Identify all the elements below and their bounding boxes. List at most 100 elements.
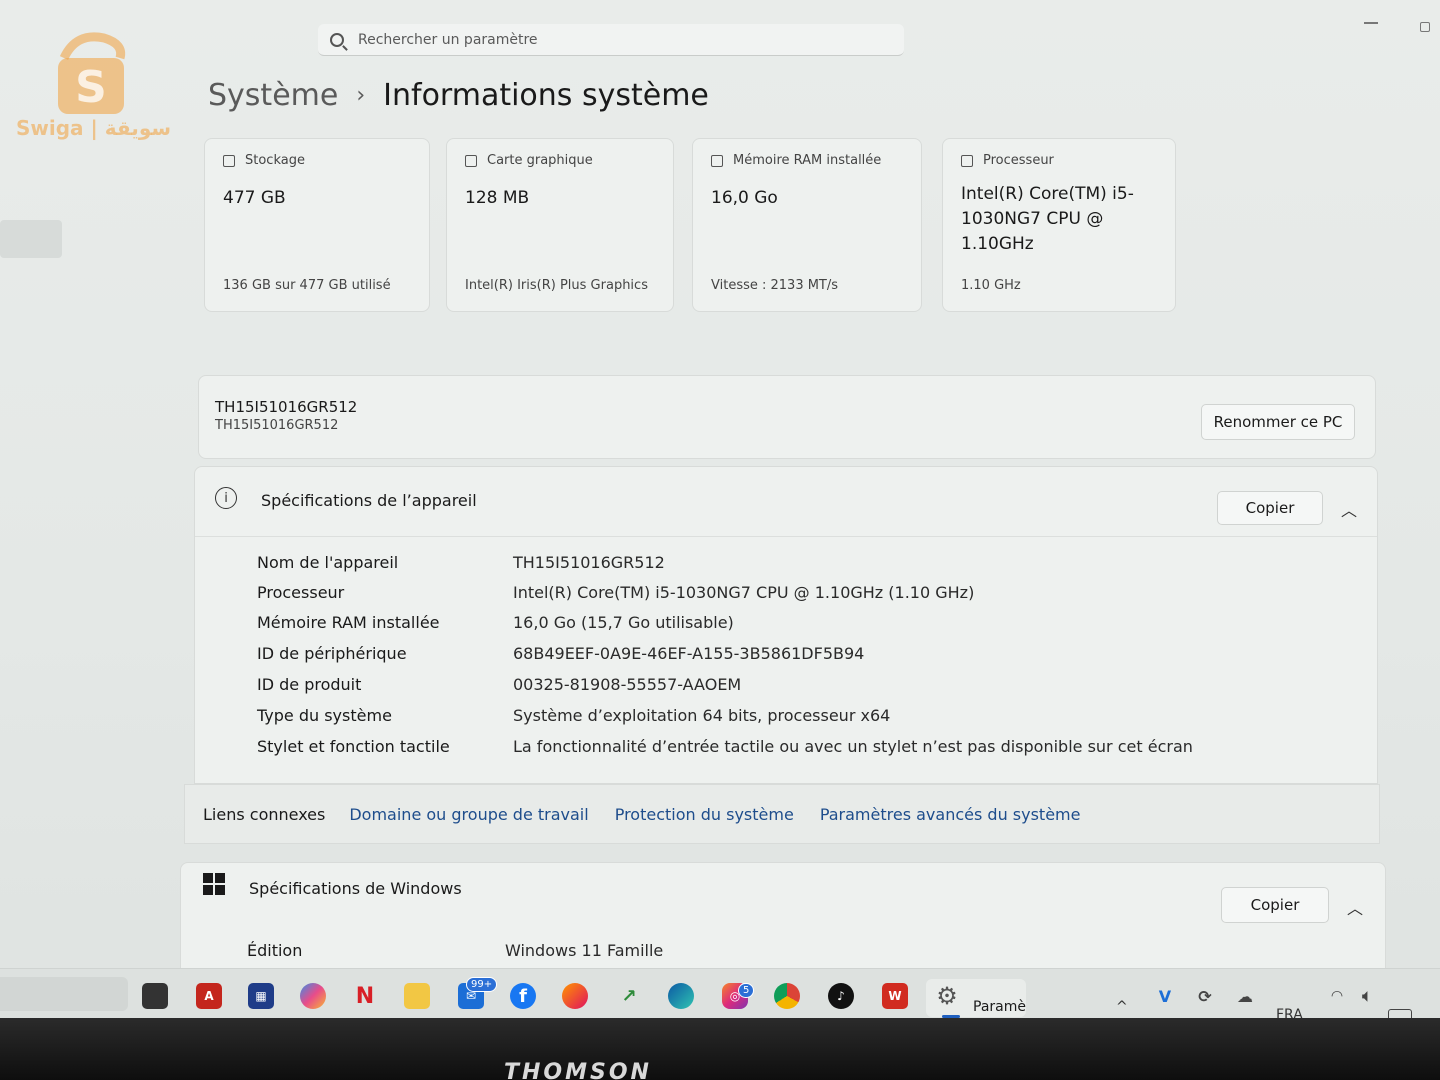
spec-label: Édition <box>247 941 303 960</box>
card-footer: Vitesse : 2133 MT/s <box>711 278 839 293</box>
sidebar-selected-item[interactable] <box>0 220 62 258</box>
storage-card[interactable]: Stockage 477 GB 136 GB sur 477 GB utilis… <box>204 138 430 312</box>
copy-windows-specs-button[interactable]: Copier <box>1221 887 1329 923</box>
spec-row: Édition Windows 11 Famille <box>247 941 663 960</box>
search-icon <box>330 32 344 47</box>
info-icon: i <box>215 487 237 509</box>
settings-search-box[interactable]: Rechercher un paramètre <box>318 24 904 56</box>
maximize-button[interactable] <box>1420 22 1430 32</box>
file-explorer-icon[interactable] <box>404 983 430 1009</box>
windows-specs-title: Spécifications de Windows <box>249 879 462 898</box>
card-footer: Intel(R) Iris(R) Plus Graphics <box>465 278 648 293</box>
wps-office-icon[interactable]: W <box>882 983 908 1009</box>
search-placeholder: Rechercher un paramètre <box>358 31 538 48</box>
related-links-bar: Liens connexes Domaine ou groupe de trav… <box>184 784 1380 844</box>
spec-value: La fonctionnalité d’entrée tactile ou av… <box>513 737 1193 756</box>
spec-label: Mémoire RAM installée <box>257 613 440 632</box>
taskbar: A ▦ N ✉ 99+ f ↗ ◎ 5 ♪ W ⚙ Paramè ^ V ⟳ ☁… <box>0 968 1440 1018</box>
onedrive-cloud-icon[interactable]: ☁ <box>1232 983 1258 1009</box>
pc-subtitle: TH15I51016GR512 <box>215 418 339 433</box>
netflix-icon[interactable]: N <box>352 983 378 1009</box>
spec-label: Nom de l'appareil <box>257 553 399 572</box>
microsoft-store-icon[interactable]: ▦ <box>248 983 274 1009</box>
device-specs-title: Spécifications de l’appareil <box>261 491 477 510</box>
link-domain-workgroup[interactable]: Domaine ou groupe de travail <box>349 805 588 824</box>
device-specs-panel: i Spécifications de l’appareil Copier ︿ … <box>194 466 1378 784</box>
link-system-protection[interactable]: Protection du système <box>615 805 794 824</box>
chevron-up-icon[interactable]: ︿ <box>1341 497 1357 521</box>
instagram-badge: 5 <box>738 983 755 998</box>
breadcrumb: Système › Informations système <box>208 78 709 113</box>
windows-logo-icon <box>203 873 225 895</box>
facebook-icon[interactable]: f <box>510 983 536 1009</box>
card-value: 477 GB <box>223 188 286 208</box>
windows-specs-panel: Spécifications de Windows Copier ︿ Éditi… <box>180 862 1386 982</box>
spec-row: ID de produit 00325-81908-55557-AAOEM <box>257 675 1357 694</box>
spec-value: TH15I51016GR512 <box>513 553 665 572</box>
wifi-icon[interactable]: ◠ <box>1324 983 1350 1009</box>
taskbar-search[interactable] <box>0 977 128 1011</box>
pc-name-card: TH15I51016GR512 TH15I51016GR512 Renommer… <box>198 375 1376 459</box>
graphics-card[interactable]: Carte graphique 128 MB Intel(R) Iris(R) … <box>446 138 674 312</box>
link-advanced-system-settings[interactable]: Paramètres avancés du système <box>820 805 1081 824</box>
card-value: 128 MB <box>465 188 530 208</box>
chevron-right-icon: › <box>356 83 366 108</box>
spec-label: Processeur <box>257 583 345 602</box>
acrobat-icon[interactable]: A <box>196 983 222 1009</box>
card-title: Carte graphique <box>487 153 593 168</box>
spec-label: Stylet et fonction tactile <box>257 737 450 756</box>
spec-row: ID de périphérique 68B49EEF-0A9E-46EF-A1… <box>257 644 1357 663</box>
spec-row: Stylet et fonction tactile La fonctionna… <box>257 737 1357 756</box>
card-value: 16,0 Go <box>711 188 778 208</box>
stocks-icon[interactable]: ↗ <box>616 983 642 1009</box>
rename-pc-button[interactable]: Renommer ce PC <box>1201 404 1355 440</box>
spec-value: 68B49EEF-0A9E-46EF-A155-3B5861DF5B94 <box>513 644 865 663</box>
chevron-up-icon[interactable]: ︿ <box>1347 895 1363 919</box>
card-value: Intel(R) Core(TM) i5-1030NG7 CPU @ 1.10G… <box>961 184 1134 254</box>
spec-value: Système d’exploitation 64 bits, processe… <box>513 706 891 725</box>
card-title: Stockage <box>245 153 305 168</box>
memory-icon <box>711 154 723 167</box>
card-title: Mémoire RAM installée <box>733 153 882 168</box>
language-indicator[interactable]: FRA <box>1276 1007 1303 1018</box>
task-view-icon[interactable] <box>142 983 168 1009</box>
spec-value: 16,0 Go (15,7 Go utilisable) <box>513 613 734 632</box>
minimize-button[interactable] <box>1364 22 1378 24</box>
watermark-text: Swiga | سويقة <box>16 116 172 140</box>
volume-icon[interactable]: 🔈︎ <box>1354 983 1380 1009</box>
edge-icon[interactable] <box>668 983 694 1009</box>
spec-row: Mémoire RAM installée 16,0 Go (15,7 Go u… <box>257 613 1357 632</box>
page-title: Informations système <box>383 78 709 113</box>
device-specs-header[interactable]: i Spécifications de l’appareil Copier ︿ <box>195 467 1377 537</box>
spec-value: Windows 11 Famille <box>505 941 664 960</box>
settings-app-label: Paramè <box>973 999 1026 1015</box>
spec-row: Nom de l'appareil TH15I51016GR512 <box>257 553 1357 572</box>
copy-device-specs-button[interactable]: Copier <box>1217 491 1323 525</box>
ram-card[interactable]: Mémoire RAM installée 16,0 Go Vitesse : … <box>692 138 922 312</box>
processor-card[interactable]: Processeur Intel(R) Core(TM) i5-1030NG7 … <box>942 138 1176 312</box>
spec-value: 00325-81908-55557-AAOEM <box>513 675 742 694</box>
screen: S Swiga | سويقة Rechercher un paramètre … <box>0 0 1440 1018</box>
tiktok-icon[interactable]: ♪ <box>828 983 854 1009</box>
spec-value: Intel(R) Core(TM) i5-1030NG7 CPU @ 1.10G… <box>513 583 975 602</box>
related-links-label: Liens connexes <box>203 804 326 824</box>
spec-row: Processeur Intel(R) Core(TM) i5-1030NG7 … <box>257 583 1357 602</box>
spec-label: ID de produit <box>257 675 362 694</box>
show-hidden-icons-chevron[interactable]: ^ <box>1116 999 1128 1015</box>
chrome-icon[interactable] <box>774 983 800 1009</box>
svg-text:S: S <box>75 62 107 113</box>
vpn-icon[interactable]: V <box>1152 983 1178 1009</box>
spec-label: Type du système <box>257 706 392 725</box>
sync-icon[interactable]: ⟳ <box>1192 983 1218 1009</box>
card-footer: 136 GB sur 477 GB utilisé <box>223 278 391 293</box>
copilot-icon[interactable] <box>300 983 326 1009</box>
breadcrumb-parent[interactable]: Système <box>208 78 338 113</box>
firefox-icon[interactable] <box>562 983 588 1009</box>
card-footer: 1.10 GHz <box>961 278 1021 293</box>
battery-icon[interactable] <box>1388 1009 1412 1018</box>
storage-icon <box>223 154 235 167</box>
spec-label: ID de périphérique <box>257 644 407 663</box>
laptop-bezel <box>0 1018 1440 1080</box>
mail-badge: 99+ <box>466 977 498 992</box>
pc-name: TH15I51016GR512 <box>215 398 358 416</box>
